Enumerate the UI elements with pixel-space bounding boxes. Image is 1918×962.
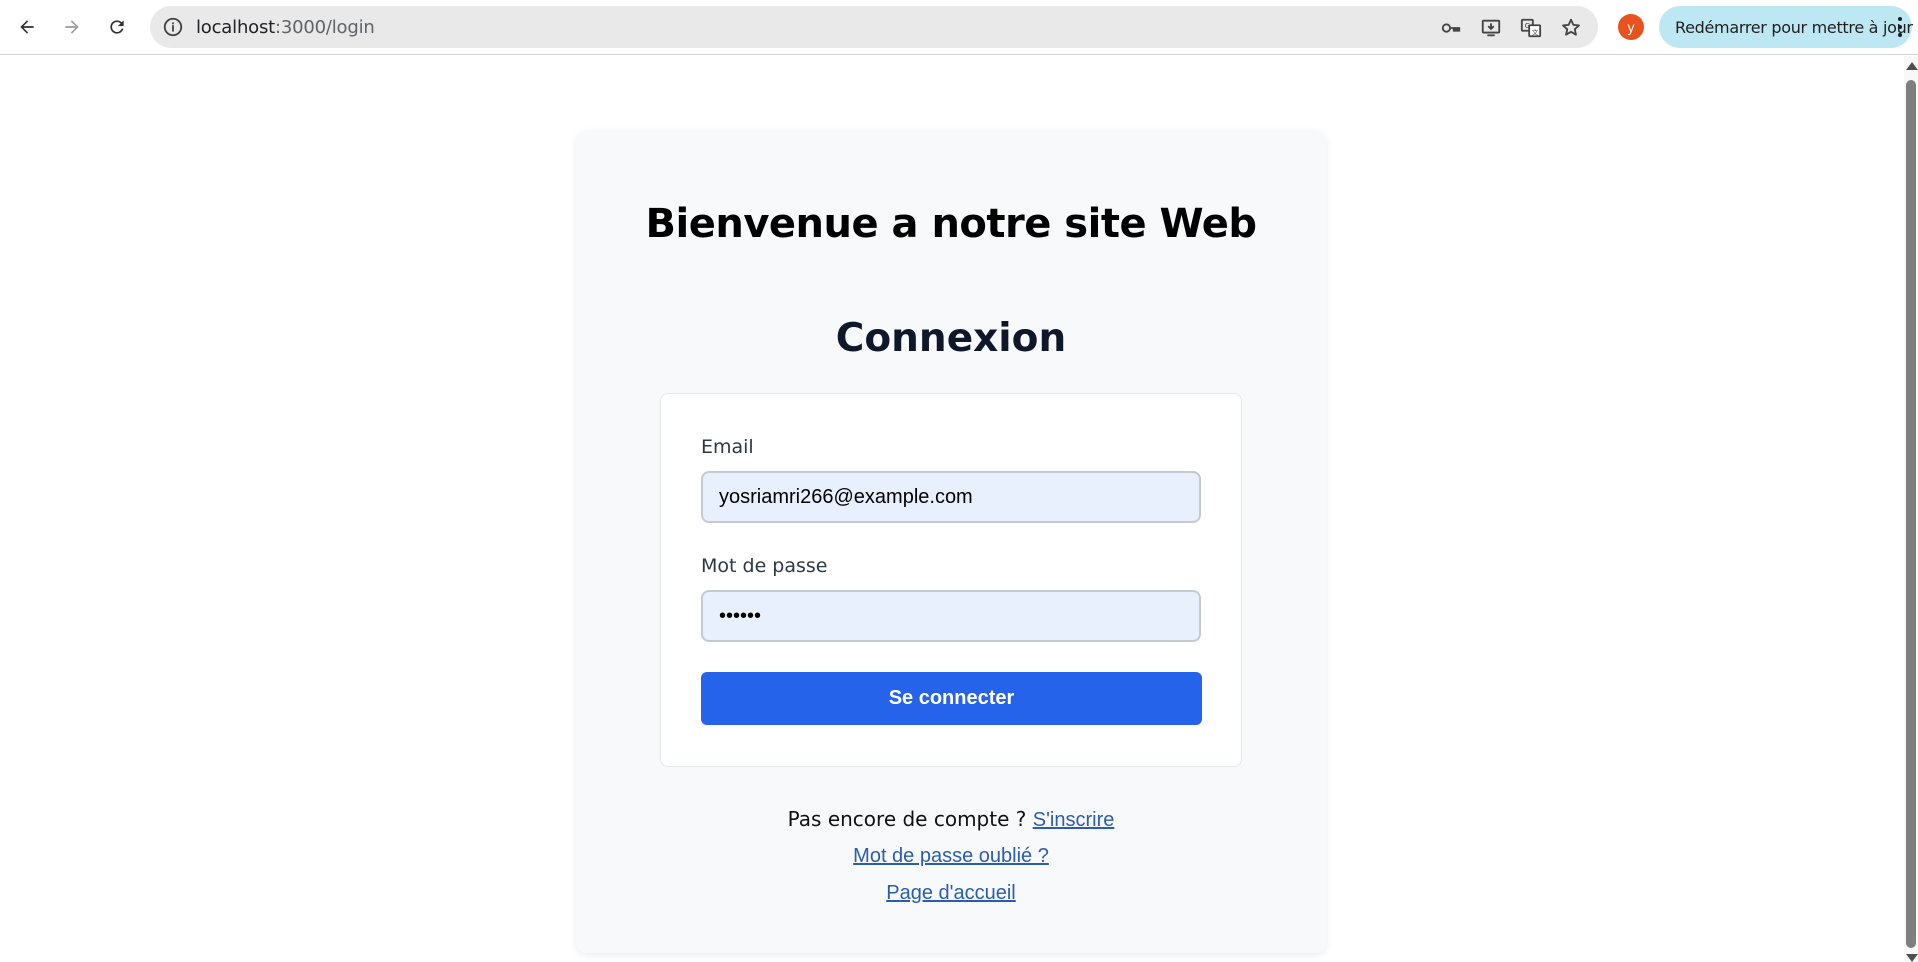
scroll-down-arrow-icon[interactable] [1906,954,1918,962]
email-field[interactable]: yosriamri266@example.com [701,471,1201,523]
update-restart-button[interactable]: Redémarrer pour mettre à jour [1659,6,1913,48]
translate-icon: G文 [1520,18,1542,38]
svg-text:G: G [1525,21,1531,30]
bookmark-button[interactable] [1558,15,1584,41]
scroll-thumb[interactable] [1906,80,1916,948]
forward-button[interactable] [53,8,91,46]
more-vert-icon[interactable] [1896,16,1904,38]
browser-toolbar: localhost:3000/login G文 y Redémarrer pou… [0,0,1918,55]
no-account-text: Pas encore de compte ? [787,807,1033,831]
login-form: Email yosriamri266@example.com Mot de pa… [660,393,1242,767]
url-text[interactable]: localhost:3000/login [196,17,375,38]
signup-link[interactable]: S'inscrire [1033,809,1115,831]
avatar[interactable]: y [1618,14,1644,40]
install-app-button[interactable] [1478,15,1504,41]
home-link[interactable]: Page d'accueil [886,882,1015,904]
translate-button[interactable]: G文 [1518,15,1544,41]
url-host: localhost [196,17,275,38]
email-label: Email [701,436,754,458]
home-row: Page d'accueil [576,882,1326,905]
password-value: •••••• [719,604,762,627]
forgot-password-link[interactable]: Mot de passe oublié ? [853,845,1049,867]
password-key-icon [1441,23,1461,33]
back-button[interactable] [8,8,46,46]
svg-text:文: 文 [1532,27,1539,36]
bookmark-star-icon [1562,18,1580,36]
address-bar[interactable]: localhost:3000/login G文 [150,6,1598,48]
password-key-button[interactable] [1438,15,1464,41]
scroll-up-arrow-icon[interactable] [1906,62,1918,70]
reload-button[interactable] [98,8,136,46]
page-title: Connexion [835,316,1067,361]
forgot-password-row: Mot de passe oublié ? [576,845,1326,868]
signup-prompt: Pas encore de compte ? S'inscrire [576,807,1326,832]
install-app-icon [1481,19,1501,37]
email-value: yosriamri266@example.com [719,485,973,508]
url-path: :3000/login [275,17,375,38]
reload-icon [110,20,124,34]
update-restart-label: Redémarrer pour mettre à jour [1675,18,1913,37]
info-icon[interactable] [162,16,184,38]
back-arrow-icon [20,20,34,34]
password-label: Mot de passe [701,555,828,577]
forward-arrow-icon [65,20,79,34]
site-title: Bienvenue a notre site Web [645,201,1257,247]
login-card: Bienvenue a notre site Web Connexion Ema… [576,131,1326,953]
page-scrollbar[interactable] [1904,56,1918,962]
login-submit-button[interactable]: Se connecter [701,672,1202,725]
password-field[interactable]: •••••• [701,590,1201,642]
